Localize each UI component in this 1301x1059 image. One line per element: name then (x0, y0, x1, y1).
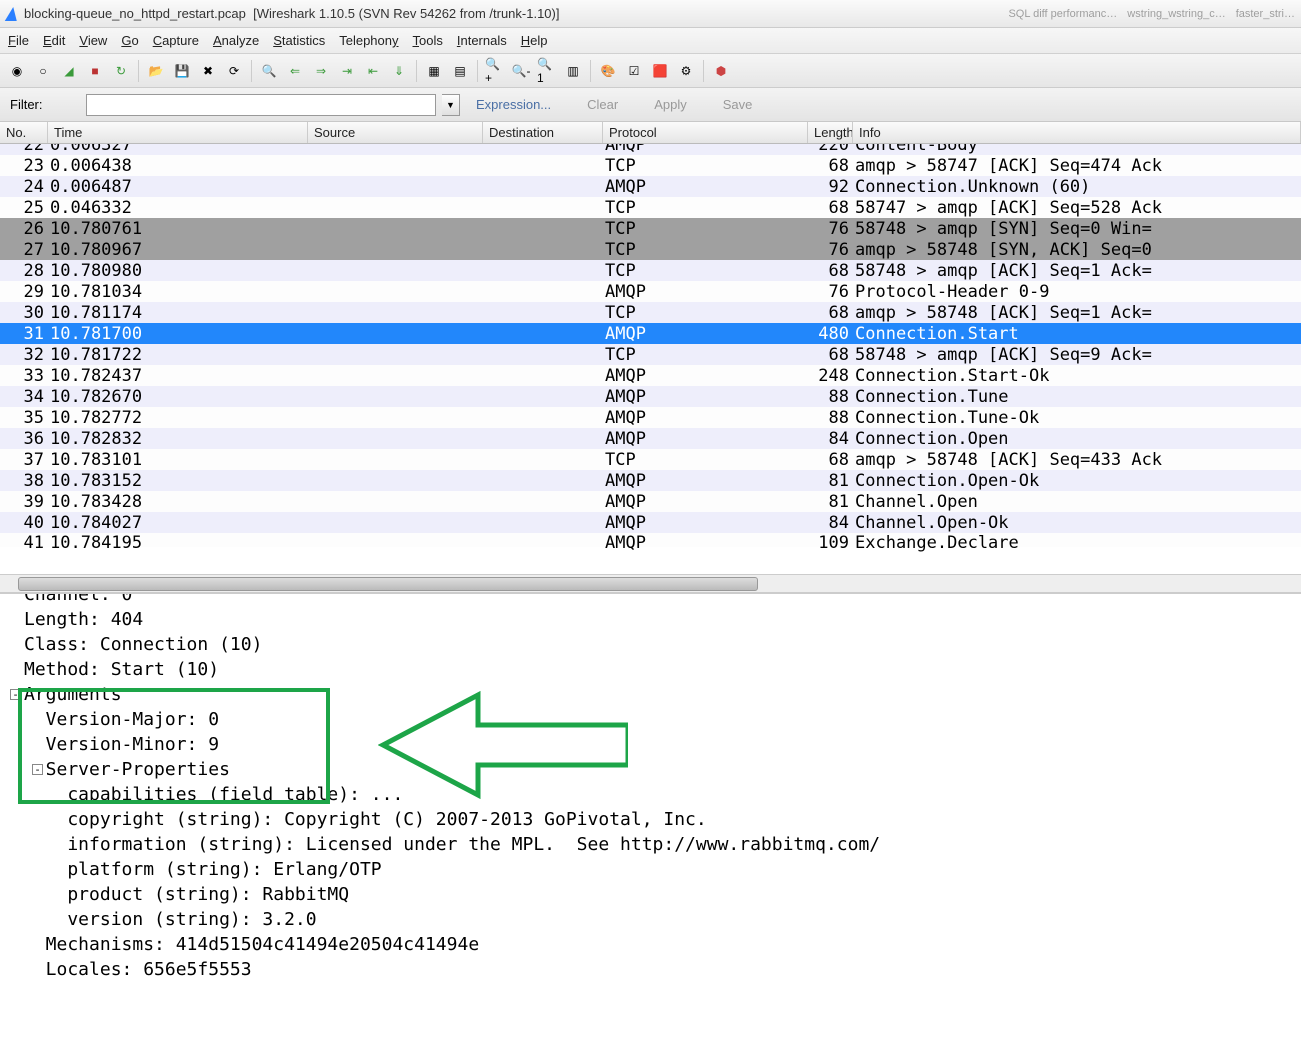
detail-line[interactable]: capabilities (field table): ... (24, 782, 1291, 807)
options-icon[interactable]: ○ (32, 60, 54, 82)
packet-detail-pane[interactable]: Channel: 0Length: 404Class: Connection (… (0, 592, 1301, 1052)
detail-line[interactable]: Mechanisms: 414d51504c41494e20504c41494e (24, 932, 1291, 957)
packet-columns-header: No. Time Source Destination Protocol Len… (0, 122, 1301, 144)
menu-file[interactable]: File (8, 33, 29, 48)
packet-row[interactable]: 2610.780761TCP7658748 > amqp [SYN] Seq=0… (0, 218, 1301, 239)
background-tabs: SQL diff performanc…wstring_wstring_c…fa… (1008, 8, 1295, 20)
detail-line[interactable]: Class: Connection (10) (24, 632, 1291, 657)
coloring-icon[interactable]: 🟥 (649, 60, 671, 82)
packet-row[interactable]: 4010.784027AMQP84Channel.Open-Ok (0, 512, 1301, 533)
zoom-reset-icon[interactable]: 🔍1 (536, 60, 558, 82)
go-last-icon[interactable]: ⇥ (336, 60, 358, 82)
column-time[interactable]: Time (48, 122, 308, 143)
detail-line[interactable]: Method: Start (10) (24, 657, 1291, 682)
go-forward-icon[interactable]: ⇒ (310, 60, 332, 82)
packet-row[interactable]: 2710.780967TCP76amqp > 58748 [SYN, ACK] … (0, 239, 1301, 260)
packet-row[interactable]: 3410.782670AMQP88Connection.Tune (0, 386, 1301, 407)
restart-capture-icon[interactable]: ↻ (110, 60, 132, 82)
menu-statistics[interactable]: Statistics (273, 33, 325, 48)
packet-row[interactable]: 2910.781034AMQP76Protocol-Header 0-9 (0, 281, 1301, 302)
help-icon[interactable]: ⬢ (710, 60, 732, 82)
packet-row[interactable]: 3510.782772AMQP88Connection.Tune-Ok (0, 407, 1301, 428)
packet-row[interactable]: 3710.783101TCP68amqp > 58748 [ACK] Seq=4… (0, 449, 1301, 470)
main-toolbar: ◉ ○ ◢ ■ ↻ 📂 💾 ✖ ⟳ 🔍 ⇐ ⇒ ⇥ ⇤ ⇓ ▦ ▤ 🔍+ 🔍- … (0, 54, 1301, 88)
packet-row[interactable]: 3310.782437AMQP248Connection.Start-Ok (0, 365, 1301, 386)
filter-toolbar: Filter: ▼ Expression... Clear Apply Save (0, 88, 1301, 122)
detail-line[interactable]: -Arguments (24, 682, 1291, 707)
menu-capture[interactable]: Capture (153, 33, 199, 48)
save-file-icon[interactable]: 💾 (171, 60, 193, 82)
horizontal-scrollbar[interactable] (0, 574, 1301, 592)
save-button[interactable]: Save (723, 97, 753, 112)
clear-button[interactable]: Clear (587, 97, 618, 112)
packet-row[interactable]: 230.006438TCP68amqp > 58747 [ACK] Seq=47… (0, 155, 1301, 176)
detail-line[interactable]: information (string): Licensed under the… (24, 832, 1291, 857)
menu-bar: File Edit View Go Capture Analyze Statis… (0, 28, 1301, 54)
detail-line[interactable]: platform (string): Erlang/OTP (24, 857, 1291, 882)
packet-row[interactable]: 250.046332TCP6858747 > amqp [ACK] Seq=52… (0, 197, 1301, 218)
packet-row[interactable]: 3010.781174TCP68amqp > 58748 [ACK] Seq=1… (0, 302, 1301, 323)
packet-row[interactable]: 4110.784195AMQP109Exchange.Declare (0, 533, 1301, 547)
layout2-icon[interactable]: ▤ (449, 60, 471, 82)
menu-analyze[interactable]: Analyze (213, 33, 259, 48)
column-info[interactable]: Info (853, 122, 1301, 143)
column-source[interactable]: Source (308, 122, 483, 143)
column-length[interactable]: Length (808, 122, 853, 143)
packet-row[interactable]: 220.006327AMQP220Content-Body (0, 144, 1301, 155)
go-first-icon[interactable]: ⇤ (362, 60, 384, 82)
menu-internals[interactable]: Internals (457, 33, 507, 48)
apply-button[interactable]: Apply (654, 97, 687, 112)
packet-row[interactable]: 240.006487AMQP92Connection.Unknown (60) (0, 176, 1301, 197)
packet-row[interactable]: 3610.782832AMQP84Connection.Open (0, 428, 1301, 449)
reload-icon[interactable]: ⟳ (223, 60, 245, 82)
tree-collapse-icon[interactable]: - (32, 764, 43, 775)
start-capture-icon[interactable]: ◢ (58, 60, 80, 82)
detail-line[interactable]: product (string): RabbitMQ (24, 882, 1291, 907)
column-protocol[interactable]: Protocol (603, 122, 808, 143)
menu-view[interactable]: View (79, 33, 107, 48)
go-back-icon[interactable]: ⇐ (284, 60, 306, 82)
detail-line[interactable]: version (string): 3.2.0 (24, 907, 1291, 932)
filter-label: Filter: (10, 97, 80, 112)
open-file-icon[interactable]: 📂 (145, 60, 167, 82)
zoom-in-icon[interactable]: 🔍+ (484, 60, 506, 82)
detail-line[interactable]: Locales: 656e5f5553 (24, 957, 1291, 982)
interfaces-icon[interactable]: ◉ (6, 60, 28, 82)
wireshark-fin-icon (5, 7, 19, 21)
packet-row[interactable]: 2810.780980TCP6858748 > amqp [ACK] Seq=1… (0, 260, 1301, 281)
menu-tools[interactable]: Tools (413, 33, 443, 48)
menu-telephony[interactable]: Telephony (339, 33, 398, 48)
title-bar: blocking-queue_no_httpd_restart.pcap [Wi… (0, 0, 1301, 28)
packet-row[interactable]: 3210.781722TCP6858748 > amqp [ACK] Seq=9… (0, 344, 1301, 365)
window-title: blocking-queue_no_httpd_restart.pcap [Wi… (24, 6, 559, 21)
tree-collapse-icon[interactable]: - (10, 689, 21, 700)
display-filters-icon[interactable]: ☑ (623, 60, 645, 82)
zoom-out-icon[interactable]: 🔍- (510, 60, 532, 82)
menu-go[interactable]: Go (121, 33, 138, 48)
stop-capture-icon[interactable]: ■ (84, 60, 106, 82)
layout1-icon[interactable]: ▦ (423, 60, 445, 82)
resize-cols-icon[interactable]: ▥ (562, 60, 584, 82)
detail-line[interactable]: Version-Minor: 9 (24, 732, 1291, 757)
find-icon[interactable]: 🔍 (258, 60, 280, 82)
detail-line[interactable]: Version-Major: 0 (24, 707, 1291, 732)
capture-filters-icon[interactable]: 🎨 (597, 60, 619, 82)
packet-list-pane[interactable]: 220.006327AMQP220Content-Body230.006438T… (0, 144, 1301, 592)
prefs-icon[interactable]: ⚙ (675, 60, 697, 82)
column-destination[interactable]: Destination (483, 122, 603, 143)
filter-input[interactable] (86, 94, 436, 116)
detail-line[interactable]: - Server-Properties (24, 757, 1291, 782)
menu-help[interactable]: Help (521, 33, 548, 48)
detail-line[interactable]: copyright (string): Copyright (C) 2007-2… (24, 807, 1291, 832)
packet-row[interactable]: 3110.781700AMQP480Connection.Start (0, 323, 1301, 344)
go-down-icon[interactable]: ⇓ (388, 60, 410, 82)
packet-row[interactable]: 3910.783428AMQP81Channel.Open (0, 491, 1301, 512)
detail-line[interactable]: Length: 404 (24, 607, 1291, 632)
close-file-icon[interactable]: ✖ (197, 60, 219, 82)
filter-dropdown-icon[interactable]: ▼ (442, 94, 460, 116)
expression-link[interactable]: Expression... (476, 97, 551, 112)
menu-edit[interactable]: Edit (43, 33, 65, 48)
column-no[interactable]: No. (0, 122, 48, 143)
packet-row[interactable]: 3810.783152AMQP81Connection.Open-Ok (0, 470, 1301, 491)
